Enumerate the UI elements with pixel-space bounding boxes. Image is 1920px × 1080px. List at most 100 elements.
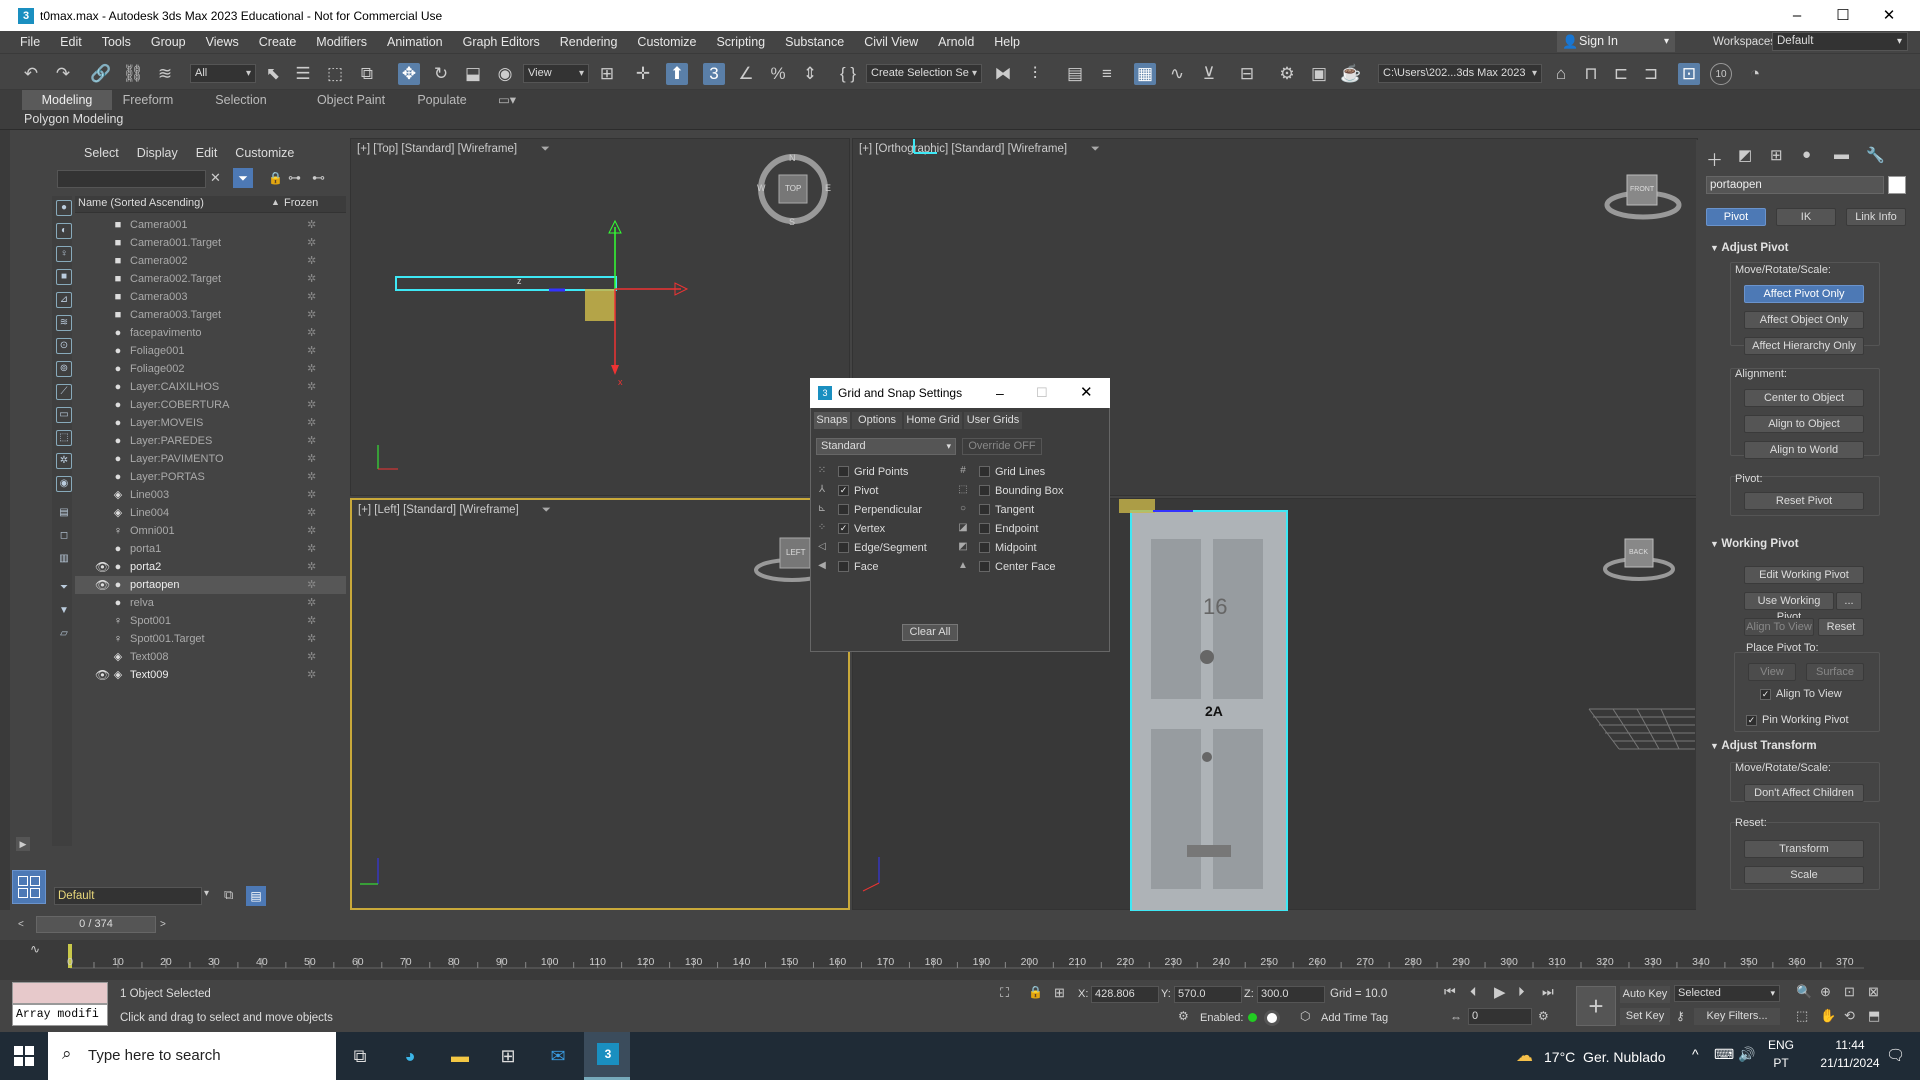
scene-list-item[interactable]: ♀ Spot001 ✲	[75, 612, 346, 630]
display-particles-icon[interactable]: ⬚	[56, 430, 72, 446]
snap-option[interactable]: ⁘ ✓ Vertex	[816, 522, 956, 536]
menu-group[interactable]: Group	[141, 35, 196, 49]
create-tab-icon[interactable]: ＋	[1706, 146, 1723, 171]
file-explorer-icon[interactable]: ▬	[446, 1042, 474, 1070]
tab-selection[interactable]: Selection	[200, 90, 282, 110]
mail-icon[interactable]: ✉	[544, 1042, 572, 1070]
gizmo-plane[interactable]	[1119, 499, 1155, 513]
display-tab-icon[interactable]: ▬	[1834, 146, 1849, 163]
display-warps-icon[interactable]: ≋	[56, 315, 72, 331]
menu-file[interactable]: File	[0, 35, 50, 49]
scene-list-item[interactable]: ● Layer:PAREDES ✲	[75, 432, 346, 450]
frozen-toggle-icon[interactable]: ✲	[307, 486, 316, 504]
snap-option[interactable]: ▲ Center Face	[957, 560, 1097, 574]
hierarchy-icon[interactable]: ⊶	[288, 170, 301, 186]
maxscript-listener-top[interactable]	[12, 982, 108, 1004]
y-coordinate-field[interactable]: 570.0	[1174, 986, 1242, 1003]
selection-filter-select[interactable]: All	[190, 64, 256, 83]
tab-user-grids[interactable]: User Grids	[964, 412, 1022, 429]
angle-snap-icon[interactable]: ∠	[735, 63, 757, 85]
redo-icon[interactable]: ↷	[52, 63, 74, 85]
menu-substance[interactable]: Substance	[775, 35, 854, 49]
reset-scale-button[interactable]: Scale	[1744, 866, 1864, 884]
display-containers-icon[interactable]: ▭	[56, 407, 72, 423]
next-frame-icon[interactable]: >	[160, 919, 166, 930]
snap-option[interactable]: ⅄ ✓ Pivot	[816, 484, 956, 498]
visibility-eye-icon[interactable]: 👁	[95, 576, 110, 594]
dope-sheet-icon[interactable]: ⊻	[1198, 63, 1220, 85]
track-bar[interactable]: ∿	[0, 940, 1920, 980]
weather-icon[interactable]: ☁	[1516, 1046, 1533, 1066]
visibility-eye-icon[interactable]: 👁	[95, 666, 110, 684]
align-icon[interactable]: ⫶	[1024, 63, 1046, 85]
key-filters-button[interactable]: Key Filters...	[1694, 1008, 1780, 1025]
field-of-view-icon[interactable]: ⬚	[1796, 1008, 1808, 1024]
scene-list-item[interactable]: ● Layer:COBERTURA ✲	[75, 396, 346, 414]
scene-explorer-icon[interactable]: ▤	[1064, 63, 1086, 85]
menu-customize[interactable]: Customize	[627, 35, 706, 49]
modify-tab-icon[interactable]: ◩	[1738, 146, 1752, 164]
frozen-toggle-icon[interactable]: ✲	[307, 576, 316, 594]
add-time-tag-icon[interactable]: ⬡	[1300, 1009, 1310, 1023]
language-eng[interactable]: ENG	[1766, 1038, 1796, 1052]
snap-checkbox[interactable]: ✓	[838, 485, 849, 496]
pin-working-pivot-checkbox[interactable]: ✓	[1746, 715, 1757, 726]
menu-views[interactable]: Views	[196, 35, 249, 49]
schematic-view-icon[interactable]: ⊟	[1236, 63, 1258, 85]
affect-pivot-only-button[interactable]: Affect Pivot Only	[1744, 285, 1864, 303]
expand-arrow-icon[interactable]: ▶	[16, 837, 30, 851]
menu-create[interactable]: Create	[249, 35, 307, 49]
time-config-icon[interactable]: ⚙	[1538, 1009, 1549, 1023]
dialog-maximize-icon[interactable]: ☐	[1036, 378, 1048, 408]
layer-explorer-icon[interactable]: ▤	[246, 886, 266, 906]
zoom-extents-icon[interactable]: ⊡	[1844, 984, 1855, 1000]
project-folder-icon[interactable]: ⌂	[1550, 63, 1572, 85]
selection-lock-icon[interactable]: 🔒	[1028, 985, 1043, 999]
weather-text[interactable]: 17°C Ger. Nublado	[1544, 1049, 1666, 1065]
display-groups-icon[interactable]: ⊙	[56, 338, 72, 354]
menu-edit[interactable]: Edit	[50, 35, 92, 49]
se-menu-select[interactable]: Select	[75, 142, 128, 164]
scene-list-item[interactable]: ● Foliage002 ✲	[75, 360, 346, 378]
align-to-view-checkbox[interactable]: ✓	[1760, 689, 1771, 700]
dialog-close-icon[interactable]: ✕	[1080, 378, 1093, 408]
undo-icon[interactable]: ↶	[20, 63, 42, 85]
autobackup-icon[interactable]: ⊐	[1640, 63, 1662, 85]
scene-list-item[interactable]: ◈ Line004 ✲	[75, 504, 346, 522]
volume-icon[interactable]: 🔊	[1738, 1046, 1755, 1063]
folder-icon[interactable]: ▱	[56, 627, 72, 643]
frozen-toggle-icon[interactable]: ✲	[307, 450, 316, 468]
scene-list-item[interactable]: 👁 ● portaopen ✲	[75, 576, 346, 594]
frozen-toggle-icon[interactable]: ✲	[307, 612, 316, 630]
door-wireframe-top[interactable]	[395, 276, 617, 291]
network-icon[interactable]: ⌨	[1714, 1046, 1734, 1063]
scene-list-item[interactable]: ♀ Spot001.Target ✲	[75, 630, 346, 648]
taskbar-search-box[interactable]: ⌕ Type here to search	[48, 1032, 336, 1080]
tab-options[interactable]: Options	[852, 412, 902, 429]
key-mode-icon[interactable]: ⇔	[1450, 1010, 1462, 1024]
display-xrefs-icon[interactable]: ⊚	[56, 361, 72, 377]
snap-option[interactable]: ◀ Face	[816, 560, 956, 574]
scene-search-input[interactable]	[57, 170, 206, 188]
frozen-toggle-icon[interactable]: ✲	[307, 252, 316, 270]
scene-list-item[interactable]: ◈ Line003 ✲	[75, 486, 346, 504]
working-pivot-rollout[interactable]: ▼ Working Pivot	[1710, 538, 1799, 550]
snap-option[interactable]: ⁙ Grid Points	[816, 465, 956, 479]
clear-search-icon[interactable]: ✕	[210, 170, 221, 186]
angle-snap-value[interactable]: 10	[1710, 63, 1732, 85]
display-helpers-icon[interactable]: ⊿	[56, 292, 72, 308]
frozen-toggle-icon[interactable]: ✲	[307, 216, 316, 234]
x-coordinate-field[interactable]: 428.806	[1091, 986, 1159, 1003]
clear-all-button[interactable]: Clear All	[902, 624, 958, 641]
transform-gizmo-plane[interactable]	[585, 289, 615, 321]
tab-populate[interactable]: Populate	[404, 90, 480, 110]
play-icon[interactable]: ▶	[1494, 983, 1506, 1001]
prev-frame-icon[interactable]: <	[18, 919, 24, 930]
keyboard-shortcut-override-icon[interactable]: ⬆	[666, 63, 688, 85]
reference-coordinate-select[interactable]: View	[523, 64, 589, 83]
key-mode-select[interactable]: Selected ▾	[1674, 985, 1780, 1002]
edge-browser-icon[interactable]: ◕	[396, 1042, 424, 1070]
se-menu-customize[interactable]: Customize	[226, 142, 303, 164]
scene-list-item[interactable]: ■ Camera002 ✲	[75, 252, 346, 270]
scene-list-item[interactable]: ● Layer:PAVIMENTO ✲	[75, 450, 346, 468]
